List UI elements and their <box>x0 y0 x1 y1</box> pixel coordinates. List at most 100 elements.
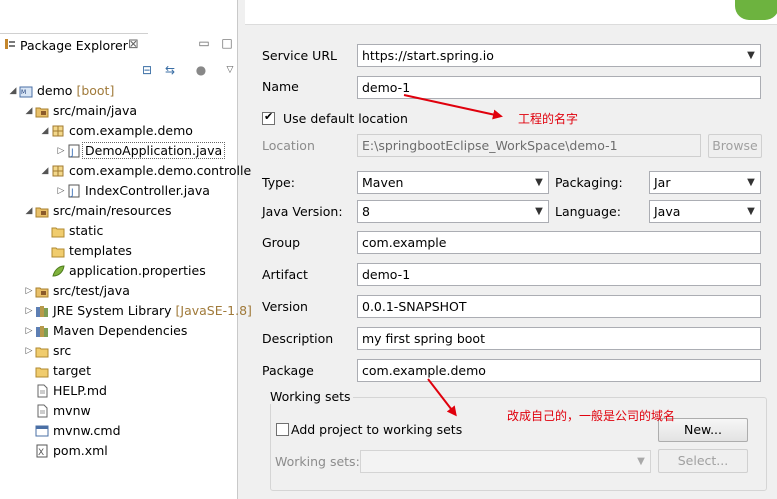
collapsed-twisty-icon[interactable]: ▷ <box>56 141 66 161</box>
tree-item-label: HELP.md <box>53 381 107 401</box>
tree-item-label: Maven Dependencies <box>53 321 187 341</box>
folder-icon <box>35 367 49 378</box>
tree-item-name: src/main/java <box>53 103 138 118</box>
java-version-value: 8 <box>362 204 370 219</box>
tree-item-label: demo [boot] <box>37 81 114 101</box>
location-label: Location <box>262 138 315 153</box>
svg-text:J: J <box>70 188 74 198</box>
tree-item-label: DemoApplication.java <box>81 141 226 161</box>
type-label: Type: <box>262 175 295 190</box>
artifact-label: Artifact <box>262 267 308 282</box>
link-with-editor-icon[interactable]: ⇆ <box>162 62 178 78</box>
add-to-working-sets-label: Add project to working sets <box>291 422 463 437</box>
properties-file-icon <box>52 265 65 277</box>
name-label: Name <box>262 79 299 94</box>
tree-item-label: src/main/resources <box>53 201 171 221</box>
name-annotation-text: 工程的名字 <box>518 112 579 126</box>
view-menu-icon[interactable]: ▽ <box>222 62 238 78</box>
tree-item-name: IndexController.java <box>85 183 210 198</box>
file-icon <box>37 404 48 418</box>
focus-working-set-icon[interactable]: ● <box>193 62 209 78</box>
working-sets-combo[interactable]: ▼ <box>360 450 651 473</box>
svg-text:M: M <box>21 89 26 96</box>
tree-item-label: com.example.demo.controlle <box>69 161 251 181</box>
tree-item-label: mvnw.cmd <box>53 421 121 441</box>
tree-item-label: static <box>69 221 103 241</box>
library-icon <box>36 306 48 317</box>
service-url-combo[interactable]: https://start.spring.io ▼ <box>357 44 761 67</box>
tree-item-name: src/test/java <box>53 283 130 298</box>
package-explorer-icon <box>5 39 15 49</box>
collapsed-twisty-icon[interactable]: ▷ <box>56 181 66 201</box>
group-input[interactable] <box>357 231 761 254</box>
tree-item-label: pom.xml <box>53 441 108 461</box>
java-version-label: Java Version: <box>262 204 343 219</box>
tree-item-label: templates <box>69 241 132 261</box>
expanded-twisty-icon[interactable]: ◢ <box>24 101 34 121</box>
package-icon <box>52 125 64 137</box>
tree-item-name: templates <box>69 243 132 258</box>
packaging-value: Jar <box>654 175 671 190</box>
select-working-set-button[interactable]: Select... <box>658 449 748 473</box>
chevron-down-icon[interactable]: ▼ <box>533 172 545 193</box>
expanded-twisty-icon[interactable]: ◢ <box>40 121 50 141</box>
expanded-twisty-icon[interactable]: ◢ <box>8 81 18 101</box>
working-sets-label: Working sets: <box>275 454 360 469</box>
collapsed-twisty-icon[interactable]: ▷ <box>24 281 34 301</box>
package-icon <box>52 165 64 177</box>
tree-item-label: mvnw <box>53 401 91 421</box>
tree-item-name: src/main/resources <box>53 203 172 218</box>
tree-item-label: com.example.demo <box>69 121 193 141</box>
svg-text:J: J <box>70 148 74 158</box>
tree-item-name: DemoApplication.java <box>81 142 226 159</box>
browse-button[interactable]: Browse <box>708 134 762 158</box>
description-label: Description <box>262 331 334 346</box>
close-tab-icon[interactable]: ⊠ <box>128 37 139 52</box>
tree-item-name: com.example.demo <box>69 123 193 138</box>
tree-item-tag: [JavaSE-1.8] <box>175 303 252 318</box>
collapse-all-icon[interactable]: ⊟ <box>139 62 155 78</box>
library-icon <box>36 326 48 337</box>
language-label: Language: <box>555 204 621 219</box>
service-url-value: https://start.spring.io <box>362 48 494 63</box>
language-combo[interactable]: Java ▼ <box>649 200 761 223</box>
chevron-down-icon[interactable]: ▼ <box>635 451 647 472</box>
expanded-twisty-icon[interactable]: ◢ <box>24 201 34 221</box>
tree-item-label: src <box>53 341 71 361</box>
language-value: Java <box>654 204 681 219</box>
chevron-down-icon[interactable]: ▼ <box>745 201 757 222</box>
package-explorer-view: Package Explorer ⊠ ▭ □ ⊟ ⇆ ● ▽ ◢ Mdemo [b… <box>0 0 252 499</box>
minimize-view-icon[interactable]: ▭ <box>197 36 211 50</box>
tree-item-name: demo <box>37 83 73 98</box>
source-folder-icon <box>35 107 49 118</box>
use-default-location-checkbox[interactable] <box>262 110 275 125</box>
folder-icon <box>51 247 65 258</box>
tree-item-name: com.example.demo.controlle <box>69 163 252 178</box>
collapsed-twisty-icon[interactable]: ▷ <box>24 341 34 361</box>
add-to-working-sets-checkbox[interactable] <box>276 423 289 436</box>
maximize-view-icon[interactable]: □ <box>220 36 234 50</box>
package-input[interactable] <box>357 359 761 382</box>
tree-item-name: src <box>53 343 72 358</box>
tree-item-name: HELP.md <box>53 383 107 398</box>
chevron-down-icon[interactable]: ▼ <box>533 201 545 222</box>
description-input[interactable] <box>357 327 761 350</box>
packaging-combo[interactable]: Jar ▼ <box>649 171 761 194</box>
collapsed-twisty-icon[interactable]: ▷ <box>24 301 34 321</box>
type-combo[interactable]: Maven ▼ <box>357 171 549 194</box>
artifact-input[interactable] <box>357 263 761 286</box>
tree-item-name: JRE System Library <box>53 303 172 318</box>
chevron-down-icon[interactable]: ▼ <box>745 45 757 66</box>
expanded-twisty-icon[interactable]: ◢ <box>40 161 50 181</box>
version-input[interactable] <box>357 295 761 318</box>
location-input[interactable] <box>357 134 701 157</box>
java-version-combo[interactable]: 8 ▼ <box>357 200 549 223</box>
project-icon: M <box>19 86 33 98</box>
tree-item-name: application.properties <box>69 263 206 278</box>
chevron-down-icon[interactable]: ▼ <box>745 172 757 193</box>
java-file-icon: J <box>68 144 80 158</box>
collapsed-twisty-icon[interactable]: ▷ <box>24 321 34 341</box>
name-input[interactable] <box>357 76 761 99</box>
tree-item-name: mvnw.cmd <box>53 423 121 438</box>
packaging-label: Packaging: <box>555 175 623 190</box>
